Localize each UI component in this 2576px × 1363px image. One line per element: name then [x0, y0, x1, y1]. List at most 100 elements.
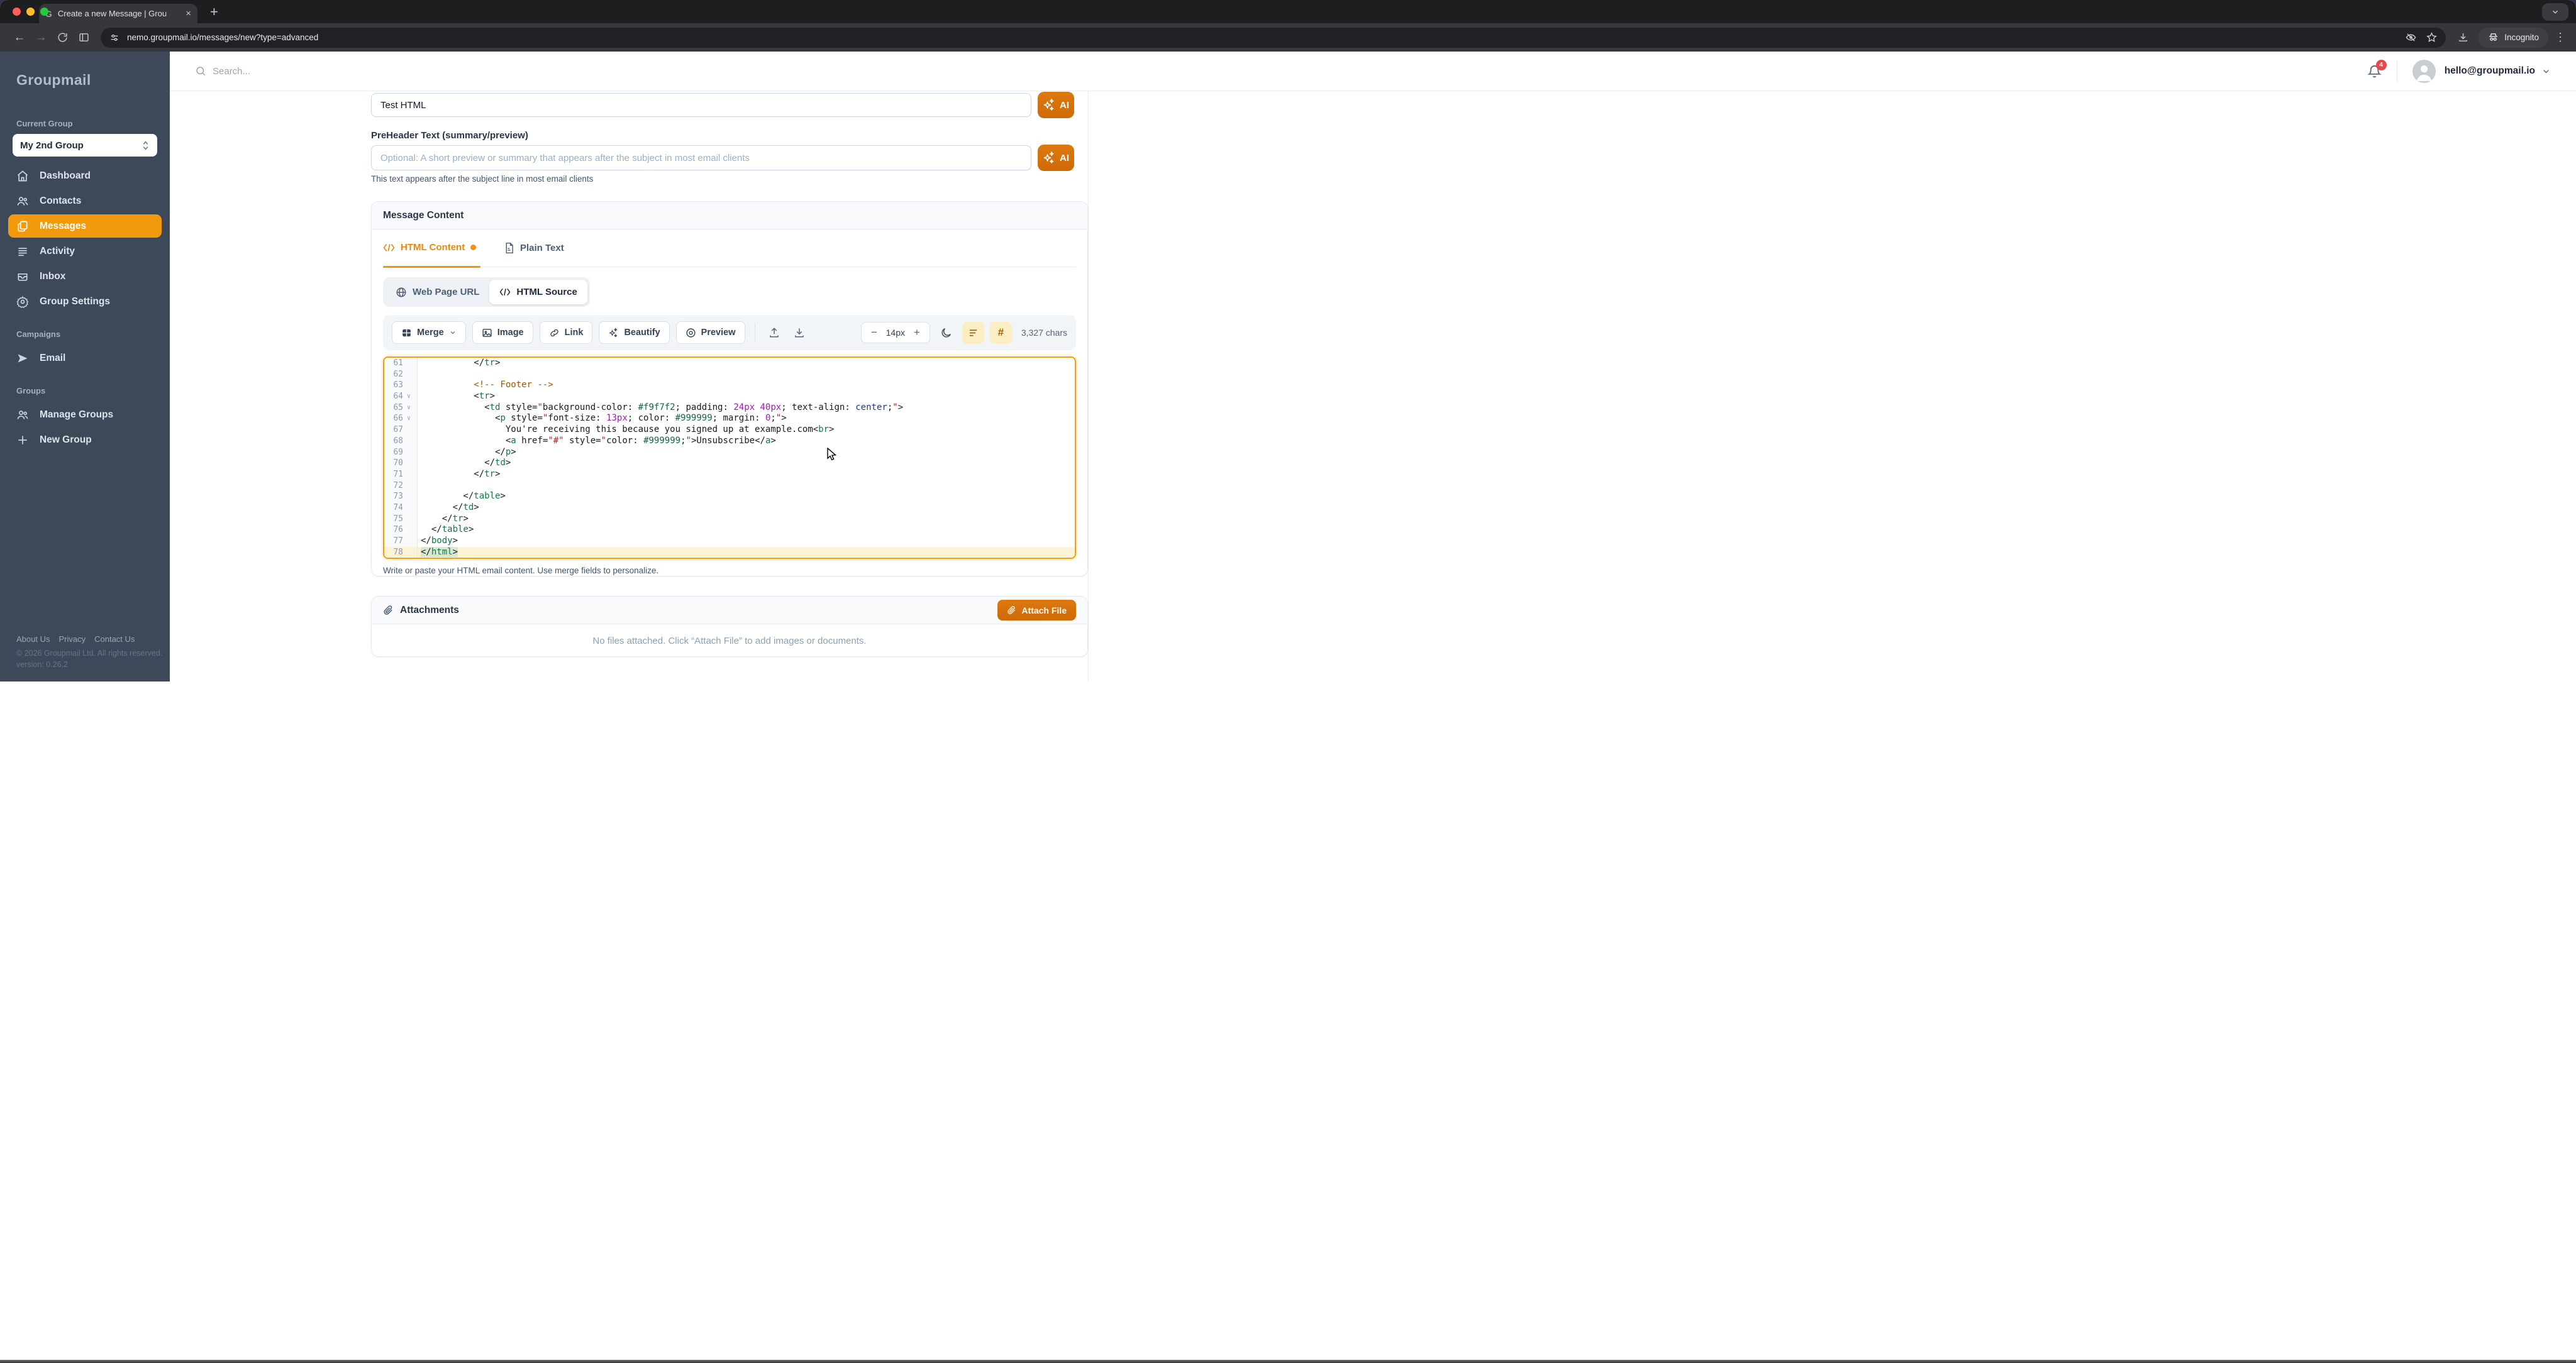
subject-ai-button[interactable]: AI: [1038, 92, 1074, 118]
sidebar-item-manage-groups[interactable]: Manage Groups: [8, 403, 162, 426]
group-select[interactable]: My 2nd Group: [13, 134, 157, 157]
notifications-button[interactable]: 4: [2367, 64, 2382, 79]
privacy-link[interactable]: Privacy: [58, 634, 86, 644]
code-text[interactable]: </table>: [417, 491, 506, 502]
tab-search-chevron-icon[interactable]: [2542, 3, 2568, 21]
code-text[interactable]: <p style="font-size: 13px; color: #99999…: [417, 413, 787, 424]
sidebar-item-group-settings[interactable]: Group Settings: [8, 290, 162, 313]
close-window-button[interactable]: [13, 8, 21, 16]
sidebar-item-activity[interactable]: Activity: [8, 240, 162, 263]
font-size-decrease-button[interactable]: −: [865, 326, 883, 339]
sidebar-item-email[interactable]: Email: [8, 346, 162, 370]
dark-mode-moon-icon[interactable]: [940, 327, 952, 339]
code-text[interactable]: </tr>: [417, 469, 500, 480]
code-line-72[interactable]: 72: [384, 480, 1075, 492]
code-line-61[interactable]: 61 </tr>: [384, 358, 1075, 369]
window-controls[interactable]: [13, 8, 48, 16]
code-line-66[interactable]: 66∨ <p style="font-size: 13px; color: #9…: [384, 413, 1075, 424]
sidebar-item-inbox[interactable]: Inbox: [8, 265, 162, 288]
code-text[interactable]: </html>: [417, 547, 458, 558]
contact-us-link[interactable]: Contact Us: [94, 634, 135, 644]
fold-spacer: [403, 536, 414, 547]
fold-chevron-icon[interactable]: ∨: [403, 391, 414, 402]
font-size-increase-button[interactable]: +: [908, 326, 926, 339]
code-line-74[interactable]: 74 </td>: [384, 502, 1075, 514]
image-button[interactable]: Image: [472, 321, 533, 344]
sidebar-item-messages[interactable]: Messages: [8, 214, 162, 238]
code-text[interactable]: </body>: [417, 536, 458, 547]
code-line-64[interactable]: 64∨ <tr>: [384, 391, 1075, 402]
tab-close-icon[interactable]: ×: [186, 8, 191, 19]
line-numbers-toggle[interactable]: #: [990, 322, 1012, 344]
merge-fields-icon: [401, 328, 412, 338]
reload-icon[interactable]: [52, 32, 73, 43]
user-menu-chevron-icon[interactable]: [2541, 67, 2551, 76]
code-line-78[interactable]: 78</html>: [384, 547, 1075, 558]
maximize-window-button[interactable]: [40, 8, 48, 16]
code-text[interactable]: <tr>: [417, 391, 495, 402]
about-us-link[interactable]: About Us: [16, 634, 50, 644]
subject-input[interactable]: [371, 93, 1031, 117]
export-download-icon[interactable]: [790, 327, 809, 338]
url-text[interactable]: nemo.groupmail.io/messages/new?type=adva…: [127, 33, 2396, 42]
eye-off-icon[interactable]: [2406, 32, 2416, 43]
beautify-button[interactable]: Beautify: [599, 321, 669, 344]
attachments-card: Attachments Attach File No files attache…: [371, 596, 1088, 657]
code-text[interactable]: </tr>: [417, 358, 500, 369]
code-line-71[interactable]: 71 </tr>: [384, 469, 1075, 480]
html-source-editor[interactable]: 61 </tr>6263 <!-- Footer -->64∨ <tr>65∨ …: [383, 356, 1076, 559]
sidebar-item-new-group[interactable]: New Group: [8, 428, 162, 451]
preview-button[interactable]: Preview: [676, 321, 745, 344]
code-text[interactable]: </table>: [417, 524, 474, 536]
preheader-input[interactable]: [371, 145, 1031, 170]
code-text[interactable]: </p>: [417, 447, 516, 458]
code-line-62[interactable]: 62: [384, 369, 1075, 380]
tab-html-content[interactable]: HTML Content: [383, 242, 476, 253]
import-upload-icon[interactable]: [765, 327, 784, 338]
code-text[interactable]: </td>: [417, 502, 479, 514]
segment-web-page-url[interactable]: Web Page URL: [386, 280, 489, 304]
code-line-65[interactable]: 65∨ <td style="background-color: #f9f7f2…: [384, 402, 1075, 414]
forward-icon[interactable]: →: [30, 31, 52, 45]
back-icon[interactable]: ←: [9, 31, 30, 45]
user-email[interactable]: hello@groupmail.io: [2445, 65, 2535, 77]
address-bar[interactable]: nemo.groupmail.io/messages/new?type=adva…: [101, 28, 2446, 48]
code-text[interactable]: </td>: [417, 458, 511, 469]
code-line-75[interactable]: 75 </tr>: [384, 514, 1075, 525]
code-line-68[interactable]: 68 <a href="#" style="color: #999999;">U…: [384, 436, 1075, 447]
code-text[interactable]: <td style="background-color: #f9f7f2; pa…: [417, 402, 903, 414]
preheader-ai-button[interactable]: AI: [1038, 145, 1074, 171]
code-line-63[interactable]: 63 <!-- Footer -->: [384, 380, 1075, 391]
code-line-67[interactable]: 67 You're receiving this because you sig…: [384, 424, 1075, 436]
segment-html-source[interactable]: HTML Source: [489, 280, 587, 304]
sidebar-item-dashboard[interactable]: Dashboard: [8, 164, 162, 187]
tab-plain-text[interactable]: Plain Text: [504, 242, 564, 254]
downloads-icon[interactable]: [2452, 32, 2473, 43]
avatar[interactable]: [2412, 60, 2436, 83]
code-text[interactable]: You're receiving this because you signed…: [417, 424, 834, 436]
global-search[interactable]: [195, 65, 376, 77]
minimize-window-button[interactable]: [26, 8, 35, 16]
code-line-69[interactable]: 69 </p>: [384, 447, 1075, 458]
code-line-73[interactable]: 73 </table>: [384, 491, 1075, 502]
word-wrap-toggle[interactable]: [962, 322, 984, 344]
code-line-77[interactable]: 77</body>: [384, 536, 1075, 547]
code-text[interactable]: <!-- Footer -->: [417, 380, 553, 391]
attach-file-button[interactable]: Attach File: [997, 600, 1076, 621]
search-input[interactable]: [213, 66, 376, 77]
fold-chevron-icon[interactable]: ∨: [403, 402, 414, 414]
side-panel-icon[interactable]: [73, 32, 94, 43]
browser-menu-icon[interactable]: ⋮: [2553, 31, 2567, 44]
code-text[interactable]: <a href="#" style="color: #999999;">Unsu…: [417, 436, 776, 447]
code-line-70[interactable]: 70 </td>: [384, 458, 1075, 469]
new-tab-button[interactable]: +: [210, 4, 218, 20]
bookmark-star-icon[interactable]: [2426, 32, 2437, 43]
link-button[interactable]: Link: [540, 321, 593, 344]
code-text[interactable]: </tr>: [417, 514, 469, 525]
code-line-76[interactable]: 76 </table>: [384, 524, 1075, 536]
fold-chevron-icon[interactable]: ∨: [403, 413, 414, 424]
sidebar-item-contacts[interactable]: Contacts: [8, 189, 162, 212]
browser-tab[interactable]: G Create a new Message | Grou ×: [39, 4, 197, 23]
site-settings-icon[interactable]: [109, 33, 119, 43]
merge-button[interactable]: Merge: [392, 321, 466, 344]
